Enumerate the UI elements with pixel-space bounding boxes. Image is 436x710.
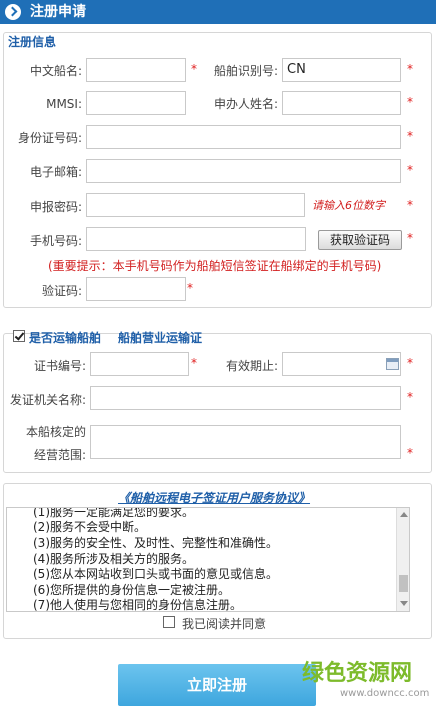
code-input[interactable] — [86, 277, 186, 301]
required-mark: * — [407, 163, 413, 177]
scope-label-line1: 本船核定的 — [25, 425, 86, 439]
chevron-right-icon — [5, 4, 21, 20]
required-mark: * — [407, 446, 413, 460]
agreement-scrollbar[interactable] — [396, 508, 409, 611]
mmsi-label: MMSI: — [46, 97, 82, 111]
valid-until-label: 有效期止: — [225, 359, 278, 373]
valid-until-input[interactable] — [282, 352, 401, 376]
scroll-thumb[interactable] — [399, 575, 408, 592]
cert-no-label: 证书编号: — [33, 359, 86, 373]
important-tip: (重要提示：本手机号码作为船舶短信签证在船绑定的手机号码) — [48, 259, 382, 273]
scope-textarea[interactable] — [90, 425, 401, 459]
agree-checkbox[interactable] — [163, 616, 175, 628]
required-mark: * — [407, 62, 413, 76]
watermark-logo: 绿色资源网 — [302, 661, 413, 686]
id-card-label: 身份证号码: — [17, 131, 82, 145]
issuer-input[interactable] — [90, 386, 401, 410]
scope-label-line2: 经营范围: — [33, 448, 86, 462]
required-mark: * — [407, 231, 413, 245]
issuer-label: 发证机关名称: — [9, 393, 86, 407]
get-code-button[interactable]: 获取验证码 — [318, 230, 402, 250]
applicant-name-input[interactable] — [282, 91, 401, 115]
agreement-line: (4)服务所涉及相关方的服务。 — [33, 552, 194, 566]
calendar-icon[interactable] — [386, 358, 399, 370]
required-mark: * — [407, 390, 413, 404]
password-input[interactable] — [86, 193, 305, 217]
ship-name-label: 中文船名: — [29, 64, 82, 78]
agreement-line: (6)您所提供的身份信息一定被注册。 — [33, 583, 230, 597]
transport-cert-title: 船舶营业运输证 — [118, 331, 203, 345]
required-mark: * — [407, 198, 413, 212]
transport-section-title: 是否运输船舶 — [29, 331, 102, 345]
required-mark: * — [407, 95, 413, 109]
phone-input[interactable] — [86, 227, 306, 251]
registration-section-title: 注册信息 — [8, 35, 57, 49]
cert-no-input[interactable] — [90, 352, 189, 376]
agreement-line: (3)服务的安全性、及时性、完整性和准确性。 — [33, 536, 278, 550]
ship-id-input[interactable]: CN — [282, 58, 401, 82]
email-input[interactable] — [86, 159, 401, 183]
agreement-line: (2)服务不会受中断。 — [33, 520, 146, 534]
page-title: 注册申请 — [30, 4, 86, 20]
page-header: 注册申请 — [0, 0, 436, 24]
transport-checkbox[interactable] — [13, 330, 25, 342]
scroll-down-arrow[interactable] — [400, 601, 408, 606]
mmsi-input[interactable] — [86, 91, 186, 115]
code-label: 验证码: — [41, 284, 82, 298]
required-mark: * — [191, 356, 197, 370]
agreement-line: (7)他人使用与您相同的身份信息注册。 — [33, 598, 242, 612]
service-agreement-link[interactable]: 《船舶远程电子签证用户服务协议》 — [118, 489, 310, 506]
ship-name-input[interactable] — [86, 58, 186, 82]
applicant-name-label: 申办人姓名: — [213, 97, 278, 111]
watermark-url: www.downcc.com — [340, 688, 430, 699]
password-hint: 请输入6位数字 — [312, 199, 385, 212]
password-label: 申报密码: — [29, 200, 82, 214]
required-mark: * — [191, 62, 197, 76]
required-mark: * — [187, 281, 193, 295]
phone-label: 手机号码: — [29, 234, 82, 248]
scroll-up-arrow[interactable] — [400, 512, 408, 517]
agreement-line: (5)您从本网站收到口头或书面的意见或信息。 — [33, 567, 278, 581]
id-card-input[interactable] — [86, 125, 401, 149]
required-mark: * — [407, 356, 413, 370]
agreement-textbox[interactable]: (1)服务一定能满足您的要求。 (2)服务不会受中断。 (3)服务的安全性、及时… — [6, 507, 410, 612]
agree-label: 我已阅读并同意 — [182, 617, 267, 631]
ship-id-label: 船舶识别号: — [213, 64, 278, 78]
register-submit-button[interactable]: 立即注册 — [118, 664, 316, 706]
required-mark: * — [407, 129, 413, 143]
email-label: 电子邮箱: — [29, 165, 82, 179]
